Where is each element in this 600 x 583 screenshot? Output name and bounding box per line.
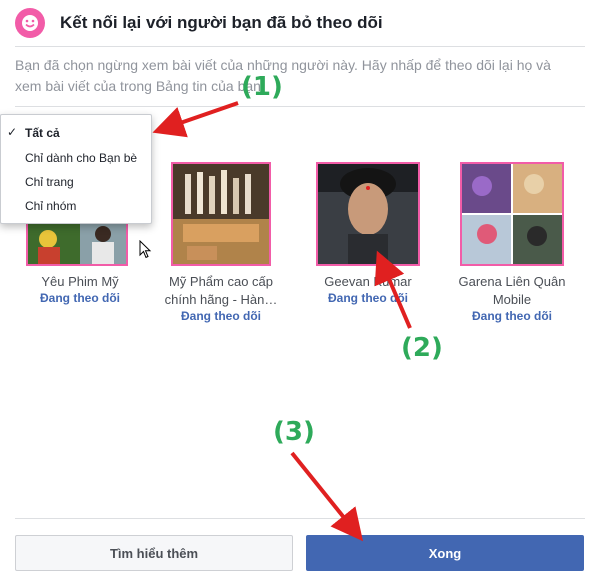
filter-option-label: Chỉ nhóm xyxy=(25,199,77,213)
arrow-step-1 xyxy=(152,101,239,138)
profile-name[interactable]: Yêu Phim Mỹ xyxy=(15,273,145,291)
dialog-title: Kết nối lại với người bạn đã bỏ theo dõi xyxy=(60,13,383,32)
dialog-header: Kết nối lại với người bạn đã bỏ theo dõi xyxy=(0,0,600,46)
mouse-cursor-icon xyxy=(139,240,152,259)
annotation-step-3: (3) xyxy=(273,417,315,447)
filter-option-label: Chỉ dành cho Bạn bè xyxy=(25,151,138,165)
done-button[interactable]: Xong xyxy=(306,535,584,571)
filter-option-pages[interactable]: Chỉ trang xyxy=(1,170,151,194)
following-status-link[interactable]: Đang theo dõi xyxy=(156,309,286,323)
profile-avatar[interactable] xyxy=(460,162,564,266)
annotation-step-2: (2) xyxy=(401,333,443,363)
header-divider xyxy=(15,46,585,47)
learn-more-button[interactable]: Tìm hiểu thêm xyxy=(15,535,293,571)
smile-icon xyxy=(15,8,45,38)
filter-option-label: Chỉ trang xyxy=(25,175,74,189)
arrow-step-3 xyxy=(290,451,364,542)
dialog-description: Bạn đã chọn ngừng xem bài viết của những… xyxy=(15,57,551,94)
filter-option-friends[interactable]: Chỉ dành cho Bạn bè xyxy=(1,146,151,170)
checkmark-icon: ✓ xyxy=(7,125,18,139)
profile-avatar[interactable] xyxy=(316,162,420,266)
filter-option-label: Tất cả xyxy=(25,126,60,140)
annotation-step-1: (1) xyxy=(241,72,283,102)
profile-name[interactable]: Mỹ Phẩm cao cấp chính hãng - Hàn… xyxy=(156,273,286,309)
profile-name[interactable]: Garena Liên Quân Mobile xyxy=(447,273,577,309)
following-status-link[interactable]: Đang theo dõi xyxy=(447,309,577,323)
profile-avatar[interactable] xyxy=(171,162,271,266)
following-status-link[interactable]: Đang theo dõi xyxy=(15,291,145,305)
filter-option-groups[interactable]: Chỉ nhóm xyxy=(1,194,151,218)
following-status-link[interactable]: Đang theo dõi xyxy=(303,291,433,305)
footer-divider xyxy=(15,518,585,519)
filter-dropdown-menu: ✓ Tất cả Chỉ dành cho Bạn bè Chỉ trang C… xyxy=(0,114,152,224)
profile-name[interactable]: Geevan Kumar xyxy=(303,273,433,291)
description-divider xyxy=(15,106,585,107)
filter-option-all[interactable]: ✓ Tất cả xyxy=(1,121,151,145)
